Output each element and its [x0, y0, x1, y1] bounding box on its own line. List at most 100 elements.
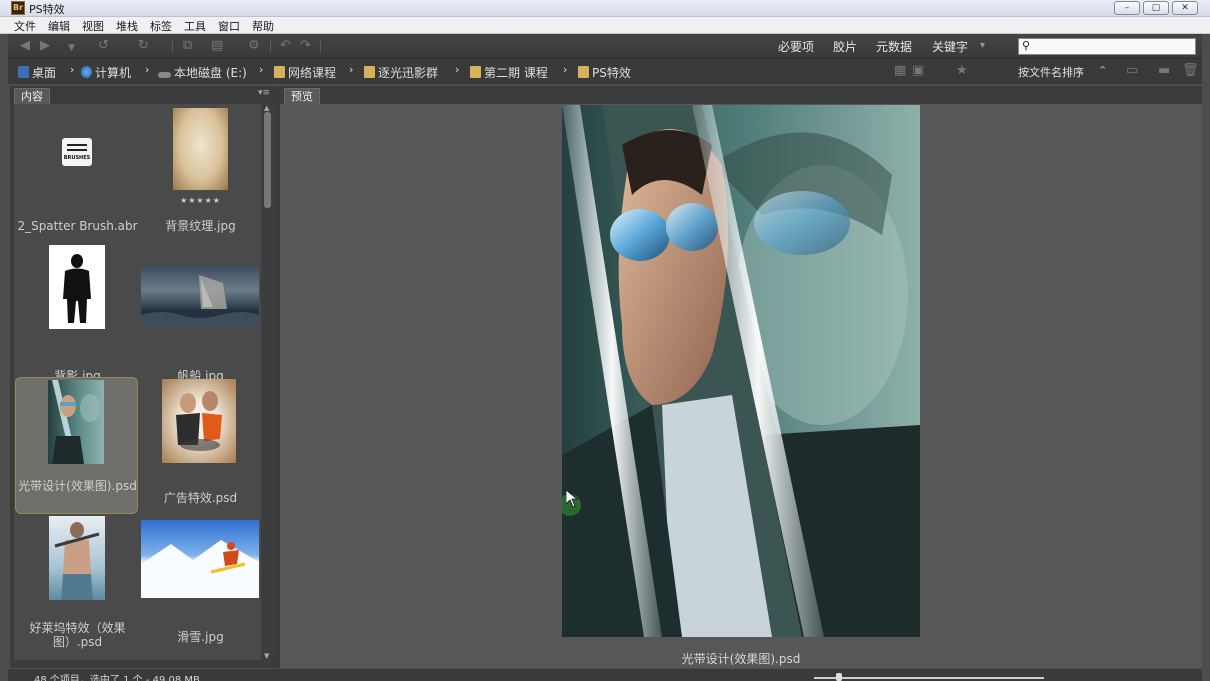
thumbnail-item[interactable]: 滑雪.jpg: [139, 516, 261, 653]
tab-preview[interactable]: 预览: [284, 88, 320, 104]
chevron-right-icon[interactable]: ›: [349, 63, 353, 76]
workspace-metadata[interactable]: 元数据: [876, 38, 912, 55]
breadcrumb-local-disk[interactable]: 本地磁盘 (E:): [158, 64, 247, 81]
rating-stars[interactable]: ★★★★★: [139, 196, 261, 205]
sort-ascending-icon[interactable]: ⌃: [1098, 63, 1107, 79]
scroll-down-icon[interactable]: ▼: [264, 652, 269, 660]
breadcrumb-label: 网络课程: [288, 66, 337, 80]
thumbnail-label: 好莱坞特效（效果图）.psd: [29, 621, 126, 649]
panel-menu-icon[interactable]: ▾≡: [258, 88, 270, 98]
thumbnail-item[interactable]: 帆船.jpg: [139, 245, 261, 383]
scroll-up-icon[interactable]: ▲: [264, 104, 269, 112]
rating-filter-icon[interactable]: ★: [956, 63, 968, 79]
thumbnail-quality-icon[interactable]: ▦: [894, 63, 906, 79]
minimize-button[interactable]: –: [1114, 1, 1140, 15]
thumbnail-size-slider[interactable]: [814, 677, 1044, 679]
ship-thumbnail: [141, 265, 259, 328]
search-input[interactable]: [1035, 40, 1193, 53]
rotate-icon[interactable]: ↻: [138, 38, 149, 54]
computer-icon: [81, 66, 92, 78]
review-mode-icon[interactable]: ▣: [912, 63, 924, 79]
thumbnail-item[interactable]: ★★★★★ 背景纹理.jpg: [139, 108, 261, 245]
rotate-left-icon[interactable]: ↶: [280, 38, 291, 54]
status-bar: 48 个项目，选中了 1 个 - 49.08 MB: [8, 669, 1202, 681]
menu-file[interactable]: 文件: [14, 18, 36, 34]
breadcrumb-computer[interactable]: 计算机: [81, 64, 131, 81]
chevron-right-icon[interactable]: ›: [455, 63, 459, 76]
maximize-button[interactable]: ▢: [1143, 1, 1169, 15]
toolbar: ◀ ▶ ▼ ↺ ↻ ⧉ ▤ ⚙ ↶ ↷ 必要项 胶片 元数据 关键字 ▾ ⚲: [8, 34, 1202, 59]
thumbnail-size-slider-knob[interactable]: [836, 673, 842, 681]
forward-icon[interactable]: ▶: [40, 38, 50, 54]
content-scrollbar[interactable]: ▲ ▼: [262, 104, 273, 660]
silhouette-thumbnail: [49, 245, 105, 329]
breadcrumb-group[interactable]: 逐光迅影群: [364, 64, 438, 81]
open-in-camera-raw-icon[interactable]: ⚙: [248, 38, 260, 54]
menu-help[interactable]: 帮助: [252, 18, 274, 34]
rotate-right-icon[interactable]: ↷: [300, 38, 311, 54]
chevron-right-icon[interactable]: ›: [145, 63, 149, 76]
breadcrumb-second-course[interactable]: 第二期 课程: [470, 64, 548, 81]
bridge-app-icon: Br: [11, 1, 25, 15]
breadcrumb-desktop[interactable]: 桌面: [18, 64, 56, 81]
new-folder-icon[interactable]: ▬: [1158, 63, 1170, 79]
boomerang-icon[interactable]: ↺: [98, 38, 109, 54]
skiing-thumbnail: [141, 520, 259, 598]
title-bar: Br PS特效 – ▢ ✕: [0, 0, 1210, 17]
thumbnail-label: 光带设计(效果图).psd: [18, 479, 137, 493]
refine-icon[interactable]: ▤: [211, 38, 223, 54]
preview-caption: 光带设计(效果图).psd: [681, 652, 801, 666]
chevron-right-icon[interactable]: ›: [563, 63, 567, 76]
menu-edit[interactable]: 编辑: [48, 18, 70, 34]
thumbnail-item-selected[interactable]: 光带设计(效果图).psd: [15, 377, 138, 514]
desktop-icon: [18, 66, 29, 78]
back-icon[interactable]: ◀: [20, 38, 30, 54]
thumbnail-item[interactable]: BRUSHES 2_Spatter Brush.abr: [16, 108, 139, 245]
chevron-right-icon[interactable]: ›: [70, 63, 74, 76]
thumbnail-item[interactable]: 好莱坞特效（效果图）.psd: [16, 516, 139, 653]
breadcrumb-network-course[interactable]: 网络课程: [274, 64, 336, 81]
chevron-right-icon[interactable]: ›: [259, 63, 263, 76]
workspace-dropdown-icon[interactable]: ▾: [980, 40, 985, 51]
texture-thumbnail: [173, 108, 228, 190]
search-box[interactable]: ⚲: [1018, 38, 1196, 55]
menu-view[interactable]: 视图: [82, 18, 104, 34]
thumbnail-label: 背景纹理.jpg: [165, 219, 236, 233]
thumbnail-item[interactable]: 广告特效.psd: [139, 377, 261, 514]
tab-content[interactable]: 内容: [14, 88, 50, 104]
scrollbar-thumb[interactable]: [264, 112, 271, 208]
thumbnail-label: 2_Spatter Brush.abr: [17, 219, 138, 233]
thumbnail-item[interactable]: 背影.jpg: [16, 245, 139, 383]
breadcrumb-ps-effects[interactable]: PS特效: [578, 64, 631, 81]
close-button[interactable]: ✕: [1172, 1, 1198, 15]
menu-label[interactable]: 标签: [150, 18, 172, 34]
search-icon: ⚲: [1022, 39, 1031, 52]
menu-stack[interactable]: 堆栈: [116, 18, 138, 34]
path-bar: 桌面 › 计算机 › 本地磁盘 (E:) › 网络课程 › 逐光迅影群 › 第二…: [8, 59, 1202, 84]
trash-icon[interactable]: 🗑: [1182, 63, 1199, 79]
light-band-thumbnail: [48, 380, 104, 464]
camera-icon[interactable]: ⧉: [183, 38, 192, 54]
menu-tools[interactable]: 工具: [184, 18, 206, 34]
workspace-essentials[interactable]: 必要项: [778, 38, 814, 55]
application-bar: ◀ ▶ ▼ ↺ ↻ ⧉ ▤ ⚙ ↶ ↷ 必要项 胶片 元数据 关键字 ▾ ⚲ 桌…: [8, 34, 1202, 84]
thumbnail-label: 滑雪.jpg: [177, 630, 224, 644]
breadcrumb-label: 第二期 课程: [484, 66, 548, 80]
workspace-filmstrip[interactable]: 胶片: [833, 38, 857, 55]
recent-dropdown-icon[interactable]: ▼: [68, 40, 75, 56]
folder-icon: [578, 66, 589, 78]
preview-area: 光带设计(效果图).psd: [280, 104, 1202, 668]
brushes-icon-label: BRUSHES: [63, 155, 91, 161]
toolbar-separator: [320, 39, 321, 53]
breadcrumb-label: PS特效: [592, 66, 631, 80]
workspace-keywords[interactable]: 关键字: [932, 38, 968, 55]
breadcrumb-label: 本地磁盘 (E:): [174, 66, 247, 80]
preview-image[interactable]: [562, 105, 920, 637]
bridge-window: Br PS特效 – ▢ ✕ 文件 编辑 视图 堆栈 标签 工具 窗口 帮助 ◀ …: [0, 0, 1210, 681]
window-title: PS特效: [29, 3, 65, 16]
toolbar-separator: [270, 39, 271, 53]
menu-window[interactable]: 窗口: [218, 18, 240, 34]
sort-by-filename[interactable]: 按文件名排序: [1018, 64, 1084, 80]
open-recent-folder-icon[interactable]: ▭: [1126, 63, 1138, 79]
folder-icon: [470, 66, 481, 78]
